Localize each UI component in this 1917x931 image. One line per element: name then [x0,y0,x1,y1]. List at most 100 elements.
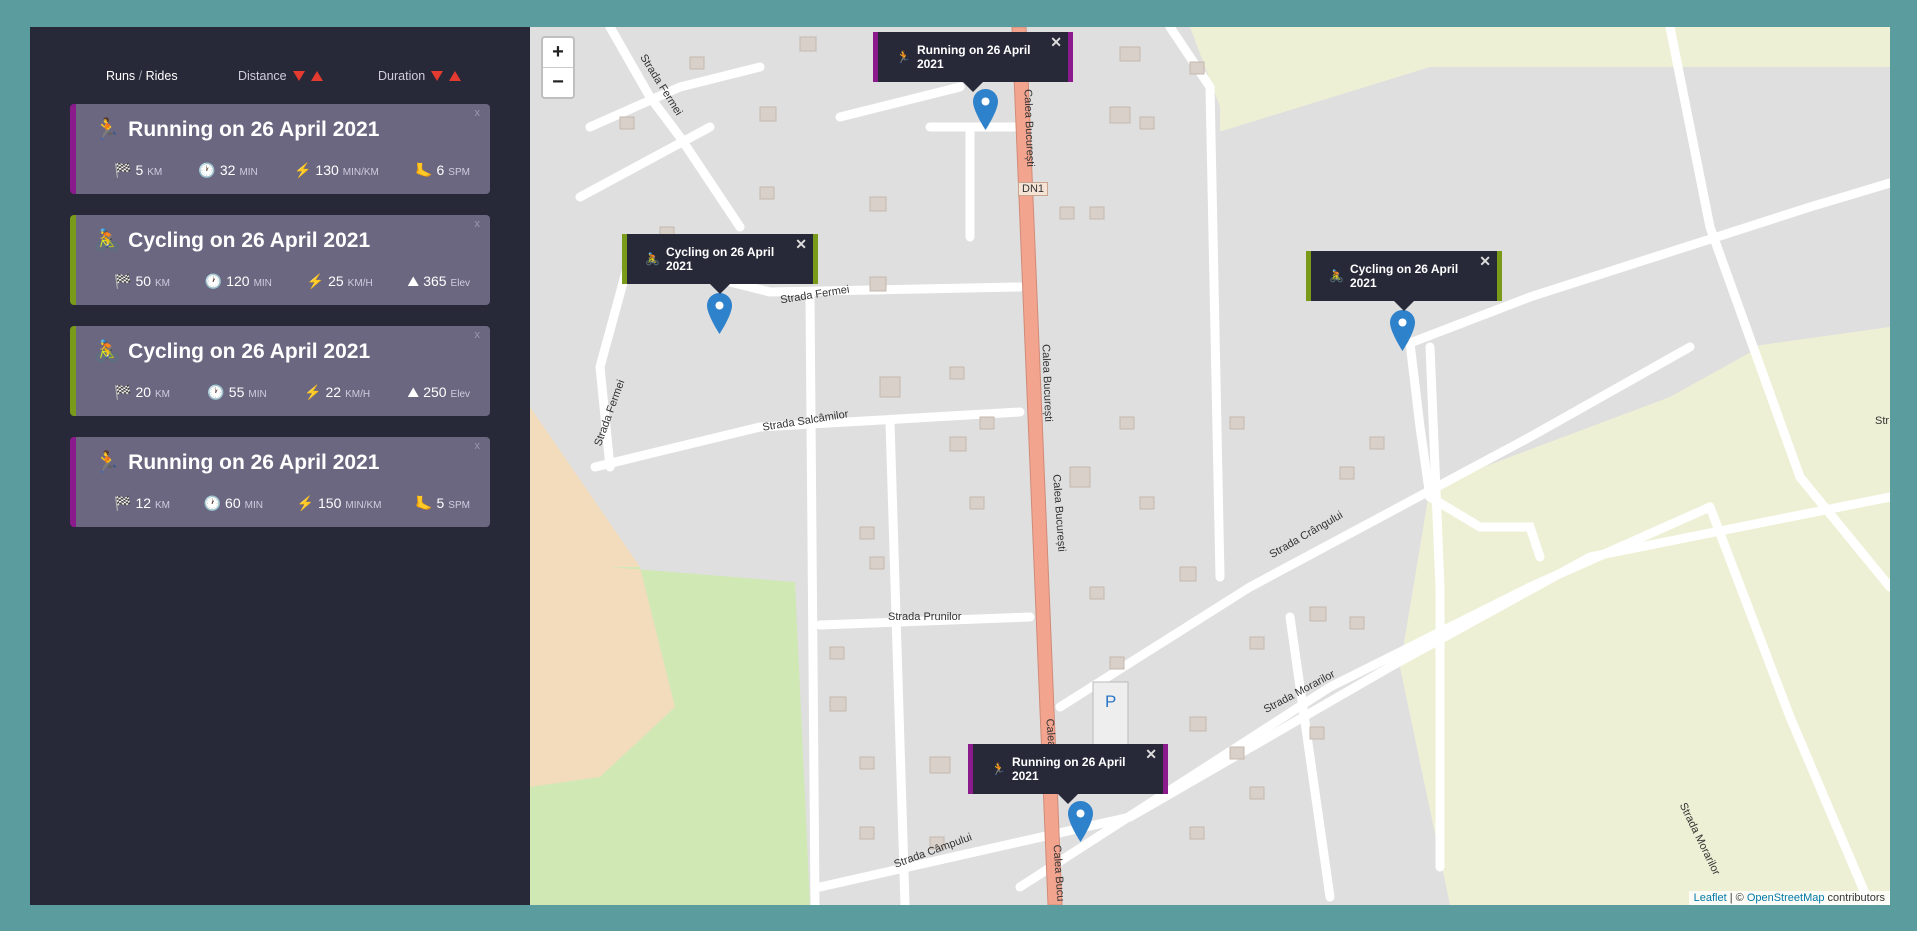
stat-duration: 🕐 32 MIN [198,162,257,179]
foot-icon: 🦶 [415,495,433,511]
workout-title-text: Running on 26 April 2021 [128,118,380,141]
popup-close-button[interactable]: ✕ [1145,746,1157,763]
delete-workout-button[interactable]: x [475,440,481,452]
sidebar: Runs / Rides Distance Duration x 🏃 Runni… [30,27,530,905]
workout-card-cycling[interactable]: x 🚴 Cycling on 26 April 2021 🏁 20 KM 🕐 55 MI… [70,326,490,416]
map-marker-icon[interactable] [1068,801,1093,842]
clock-icon: 🕐 [207,384,225,400]
map-popup-running[interactable]: 🏃 Running on 26 April 2021 ✕ [873,32,1073,92]
workout-title-text: Running on 26 April 2021 [128,451,380,474]
sort-distance: Distance [238,69,323,83]
app-container: Runs / Rides Distance Duration x 🏃 Runni… [30,27,1890,905]
stat-unit: MIN [253,278,272,289]
stat-unit: KM [147,167,163,178]
popup-close-button[interactable]: ✕ [1479,253,1491,270]
workout-stats: 🏁 5 KM 🕐 32 MIN ⚡ 130 MIN/KM 🦶 6 SPM [114,162,470,179]
stat-value: 5 [436,495,445,511]
rides-filter-label[interactable]: Rides [146,69,178,83]
map-tiles[interactable] [530,27,1890,905]
map-popup-cycling[interactable]: 🚴 Cycling on 26 April 2021 ✕ [1306,251,1502,311]
runner-icon: 🏃 [94,451,121,474]
workout-card-running[interactable]: x 🏃 Running on 26 April 2021 🏁 12 KM 🕐 60 MI… [70,437,490,527]
popup-label: Running on 26 April 2021 [1011,755,1126,783]
stat-value: 20 [135,384,152,400]
mountain-icon: ⛰ [407,384,420,400]
road-vertical-3 [1285,612,1335,902]
clock-icon: 🕐 [204,273,223,289]
stat-value: 365 [423,273,447,289]
leaflet-link[interactable]: Leaflet [1694,892,1727,904]
sort-bar: Runs / Rides Distance Duration [70,65,490,95]
runs-rides-filter[interactable]: Runs / Rides [106,69,178,83]
road-number-badge: DN1 [1018,182,1049,196]
popup-close-button[interactable]: ✕ [1050,34,1062,51]
stat-value: 250 [423,384,447,400]
road-vertical-1 [805,292,820,905]
sort-duration-asc-icon[interactable] [449,71,462,81]
stat-value: 130 [315,162,339,178]
stat-duration: 🕐 55 MIN [207,384,266,401]
road-north-4 [575,122,715,202]
zoom-control: + − [541,36,575,99]
foot-icon: 🦶 [415,162,433,178]
flag-icon: 🏁 [114,162,132,178]
popup-label: Running on 26 April 2021 [916,43,1031,71]
clock-icon: 🕐 [198,162,216,178]
workout-card-running[interactable]: x 🏃 Running on 26 April 2021 🏁 5 KM 🕐 32 MIN… [70,104,490,194]
sort-distance-asc-icon[interactable] [310,71,323,81]
stat-pace: ⚡ 130 MIN/KM [294,162,379,179]
delete-workout-button[interactable]: x [475,218,481,230]
stat-unit: Elev [450,389,470,400]
workout-title-text: Cycling on 26 April 2021 [128,229,371,252]
sort-distance-desc-icon[interactable] [292,71,305,81]
flag-icon: 🏁 [114,384,132,400]
bolt-icon: ⚡ [296,495,314,511]
runs-filter-label[interactable]: Runs [106,69,135,83]
stat-unit: MIN [248,389,267,400]
map-popup-running[interactable]: 🏃 Running on 26 April 2021 ✕ [968,744,1168,804]
sort-duration-desc-icon[interactable] [431,71,444,81]
workout-title: 🏃 Running on 26 April 2021 [94,118,379,142]
delete-workout-button[interactable]: x [475,107,481,119]
workout-title: 🏃 Running on 26 April 2021 [94,451,379,475]
map-marker-icon[interactable] [973,89,998,130]
map-popup-cycling[interactable]: 🚴 Cycling on 26 April 2021 ✕ [622,234,818,294]
runner-icon: 🏃 [991,762,1006,776]
stat-value: 32 [219,162,236,178]
attribution-sep: | © [1726,892,1747,904]
stat-unit: SPM [448,167,470,178]
stat-duration: 🕐 60 MIN [204,495,263,512]
stat-elevation: ⛰ 250 Elev [407,384,470,401]
stat-speed: ⚡ 25 KM/H [307,273,373,290]
stat-pace: ⚡ 150 MIN/KM [297,495,382,512]
zoom-in-button[interactable]: + [543,38,573,67]
popup-tip [710,284,730,294]
popup-close-button[interactable]: ✕ [795,236,807,253]
map-marker-icon[interactable] [1390,310,1415,351]
workout-card-cycling[interactable]: x 🚴 Cycling on 26 April 2021 🏁 50 KM 🕐 120 M… [70,215,490,305]
stat-unit: KM [155,389,171,400]
workout-stats: 🏁 50 KM 🕐 120 MIN ⚡ 25 KM/H ⛰ 365 Elev [114,273,470,290]
map-marker-icon[interactable] [707,293,732,334]
mountain-icon: ⛰ [407,273,420,289]
popup-tip [1058,794,1078,804]
stat-value: 55 [228,384,245,400]
map[interactable]: Strada Fermei Strada Fermei Strada Ferme… [530,27,1890,905]
bolt-icon: ⚡ [304,384,322,400]
stat-value: 50 [135,273,152,289]
workout-title: 🚴 Cycling on 26 April 2021 [94,229,370,253]
flag-icon: 🏁 [114,273,132,289]
stat-unit: MIN/KM [345,500,382,511]
popup-tip [963,82,983,92]
stat-distance: 🏁 20 KM [114,384,170,401]
osm-link[interactable]: OpenStreetMap [1747,892,1825,904]
stat-value: 150 [318,495,342,511]
zoom-out-button[interactable]: − [543,67,573,97]
delete-workout-button[interactable]: x [475,329,481,341]
cyclist-icon: 🚴 [645,252,660,266]
stat-unit: KM [155,500,171,511]
stat-distance: 🏁 12 KM [114,495,170,512]
stat-distance: 🏁 50 KM [114,273,170,290]
popup-label: Cycling on 26 April 2021 [665,245,775,273]
road-north-1 [835,82,965,122]
